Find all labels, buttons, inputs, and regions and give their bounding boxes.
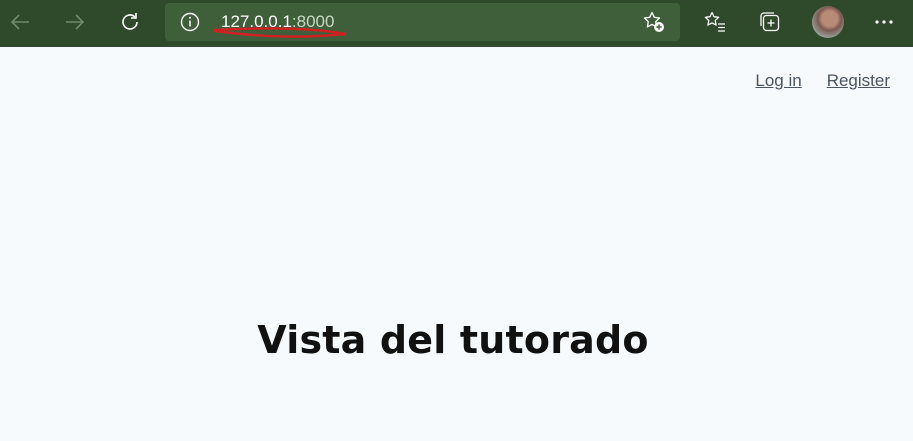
favorites-list-icon[interactable]	[699, 6, 731, 38]
register-link[interactable]: Register	[827, 71, 890, 91]
refresh-icon[interactable]	[114, 6, 146, 38]
auth-nav: Log in Register	[755, 71, 890, 91]
back-arrow-icon[interactable]	[4, 6, 36, 38]
login-link[interactable]: Log in	[755, 71, 801, 91]
more-icon[interactable]	[868, 6, 900, 38]
collections-icon[interactable]	[754, 6, 786, 38]
browser-toolbar: 127.0.0.1:8000	[0, 0, 913, 47]
forward-arrow-icon[interactable]	[59, 6, 91, 38]
star-add-icon[interactable]	[639, 7, 669, 37]
red-underline-annotation	[213, 27, 347, 38]
avatar[interactable]	[812, 6, 844, 38]
info-icon[interactable]	[179, 11, 201, 33]
page-title: Vista del tutorado	[257, 318, 649, 362]
